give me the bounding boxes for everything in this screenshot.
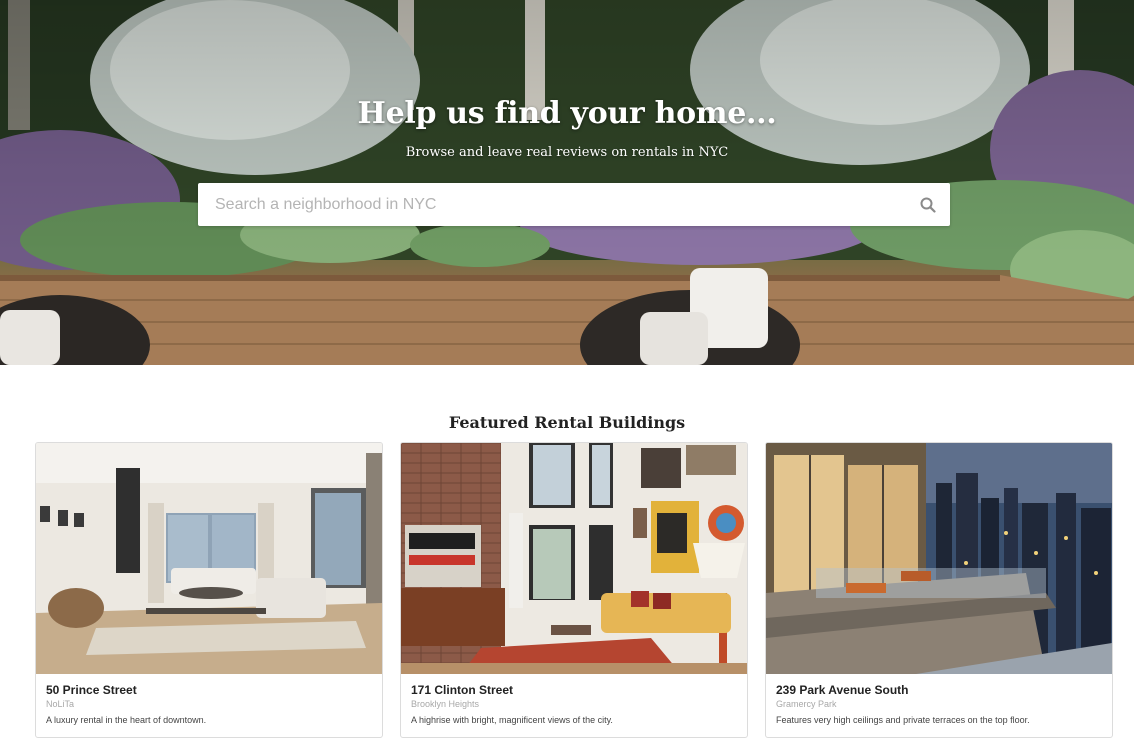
hero-subtitle: Browse and leave real reviews on rentals… [405, 145, 729, 160]
building-card[interactable]: 171 Clinton Street Brooklyn Heights A hi… [400, 442, 748, 738]
hero-title: Help us find your home... [357, 96, 777, 131]
building-name[interactable]: 50 Prince Street [46, 683, 376, 698]
building-card[interactable]: 50 Prince Street NoLiTa A luxury rental … [35, 442, 383, 738]
building-description: Features very high ceilings and private … [776, 715, 1030, 725]
building-description: A luxury rental in the heart of downtown… [46, 715, 207, 725]
building-neighborhood: NoLiTa [46, 699, 75, 709]
search-bar [198, 183, 950, 226]
building-description: A highrise with bright, magnificent view… [411, 715, 613, 725]
building-photo[interactable] [401, 443, 747, 674]
building-name[interactable]: 171 Clinton Street [411, 683, 741, 698]
search-input[interactable] [198, 183, 898, 226]
featured-buildings-list: 50 Prince Street NoLiTa A luxury rental … [35, 442, 1113, 738]
building-photo[interactable] [766, 443, 1112, 674]
featured-section-title: Featured Rental Buildings [448, 413, 686, 432]
building-card[interactable]: 239 Park Avenue South Gramercy Park Feat… [765, 442, 1113, 738]
building-photo[interactable] [36, 443, 382, 674]
building-neighborhood: Brooklyn Heights [411, 699, 480, 709]
hero-banner: Help us find your home... Browse and lea… [0, 0, 1134, 365]
building-neighborhood: Gramercy Park [776, 699, 837, 709]
building-name[interactable]: 239 Park Avenue South [776, 683, 1106, 698]
search-icon[interactable] [916, 193, 940, 217]
